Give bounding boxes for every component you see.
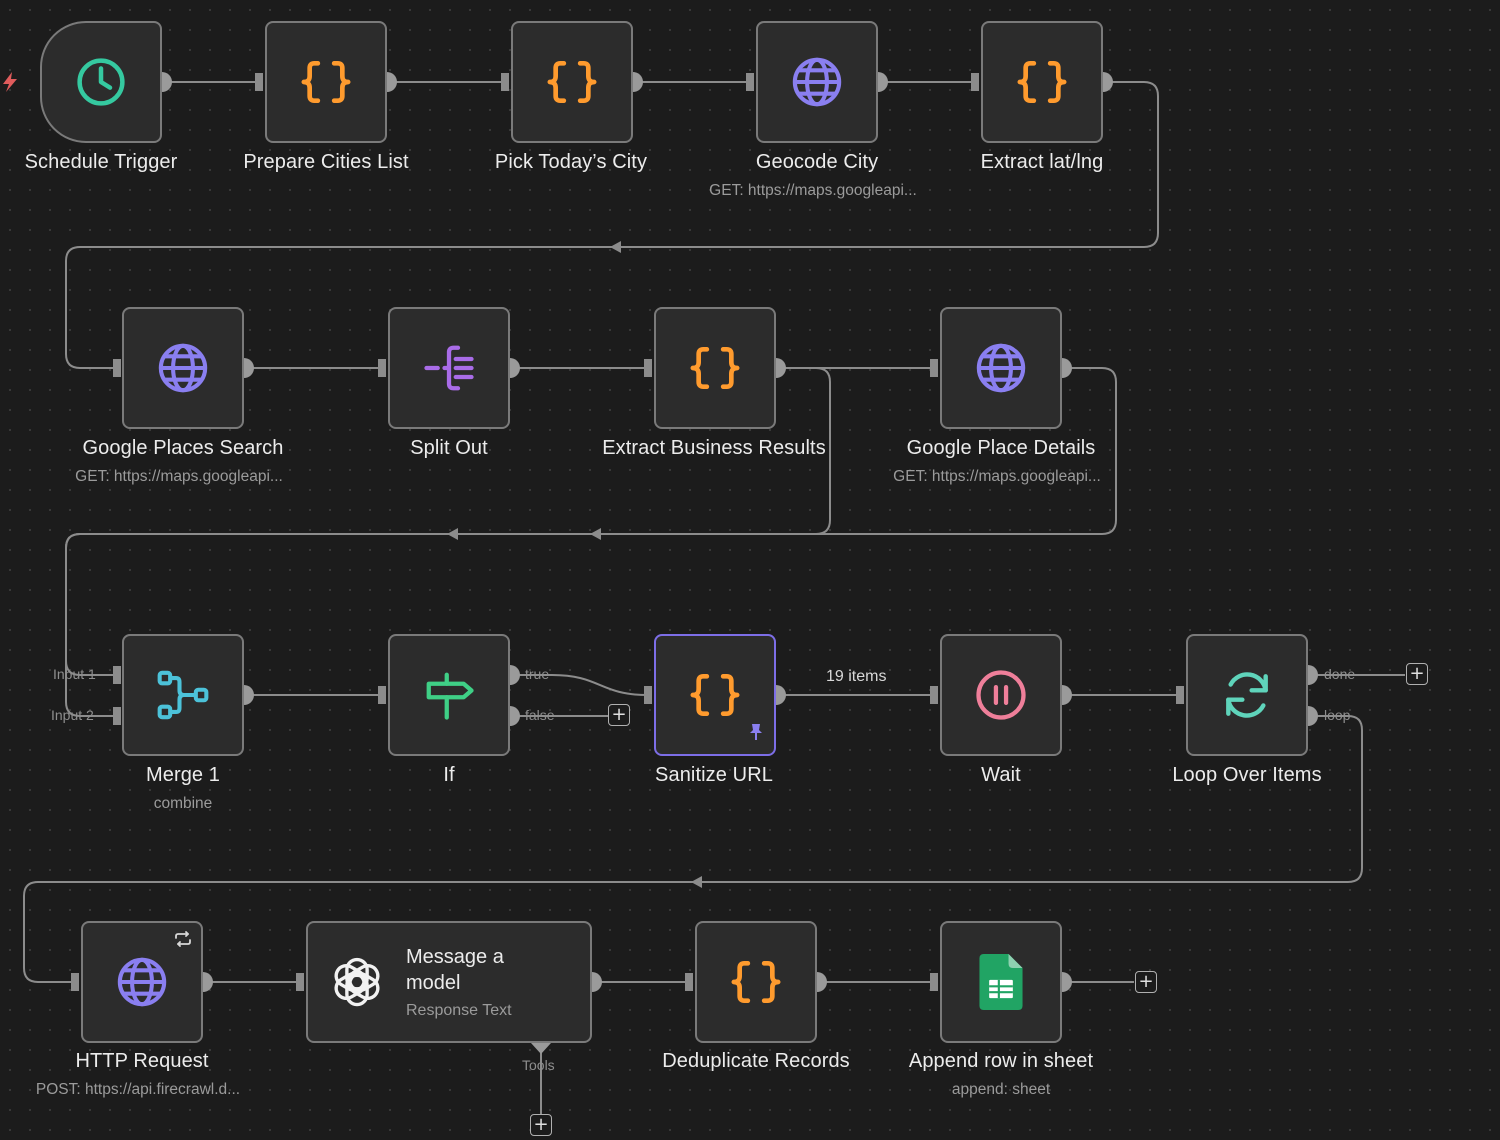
openai-icon: [330, 955, 384, 1009]
pick-city-node[interactable]: [511, 21, 633, 143]
globe-icon: [114, 954, 170, 1010]
if-false-add-button[interactable]: +: [608, 704, 630, 726]
append-row-add-button[interactable]: +: [1135, 971, 1157, 993]
code-braces-icon: [544, 54, 600, 110]
items-count-label: 19 items: [826, 668, 887, 685]
deduplicate-records-node[interactable]: [695, 921, 817, 1043]
code-braces-icon: [298, 54, 354, 110]
pause-icon: [974, 668, 1028, 722]
if-false-label: false: [525, 707, 555, 723]
split-out-icon: [422, 341, 476, 395]
deduplicate-records-label: Deduplicate Records: [662, 1050, 850, 1072]
code-braces-icon: [687, 340, 743, 396]
merge-label: Merge 1: [145, 764, 221, 786]
if-node[interactable]: [388, 634, 510, 756]
message-model-subtitle: Response Text: [406, 1002, 512, 1019]
google-sheets-icon: [979, 954, 1023, 1010]
google-places-search-subtitle: GET: https://maps.googleapi...: [75, 468, 283, 485]
tools-port-label: Tools: [522, 1057, 555, 1073]
append-row-node[interactable]: [940, 921, 1062, 1043]
split-out-label: Split Out: [410, 437, 488, 459]
merge-icon: [155, 667, 211, 723]
loop-loop-label: loop: [1324, 707, 1351, 723]
prepare-cities-node[interactable]: [265, 21, 387, 143]
wait-node[interactable]: [940, 634, 1062, 756]
google-place-details-label: Google Place Details: [906, 437, 1096, 459]
pick-city-label: Pick Today’s City: [494, 151, 648, 173]
sanitize-url-label: Sanitize URL: [655, 764, 773, 786]
tools-add-button[interactable]: +: [530, 1114, 552, 1136]
refresh-icon: [1219, 667, 1275, 723]
http-request-label: HTTP Request: [75, 1050, 209, 1072]
sanitize-url-node[interactable]: [654, 634, 776, 756]
geocode-city-subtitle: GET: https://maps.googleapi...: [709, 182, 917, 199]
geocode-city-node[interactable]: [756, 21, 878, 143]
pin-icon: [748, 723, 764, 746]
loop-over-items-node[interactable]: [1186, 634, 1308, 756]
loop-done-add-button[interactable]: +: [1406, 663, 1428, 685]
geocode-city-label: Geocode City: [755, 151, 879, 173]
if-label: If: [443, 764, 455, 786]
merge-subtitle: combine: [153, 795, 213, 812]
http-request-node[interactable]: [81, 921, 203, 1043]
extract-latlng-node[interactable]: [981, 21, 1103, 143]
wait-label: Wait: [981, 764, 1021, 786]
schedule-trigger-node[interactable]: [40, 21, 162, 143]
extract-latlng-label: Extract lat/lng: [980, 151, 1104, 173]
http-request-subtitle: POST: https://api.firecrawl.d...: [35, 1081, 241, 1098]
append-row-label: Append row in sheet: [908, 1050, 1094, 1072]
message-model-node[interactable]: Message a model Response Text: [306, 921, 592, 1043]
google-place-details-subtitle: GET: https://maps.googleapi...: [893, 468, 1101, 485]
append-row-subtitle: append: sheet: [951, 1081, 1051, 1098]
retry-icon: [174, 931, 192, 952]
if-true-label: true: [525, 666, 550, 682]
code-braces-icon: [687, 667, 743, 723]
globe-icon: [789, 54, 845, 110]
globe-icon: [155, 340, 211, 396]
google-places-search-label: Google Places Search: [82, 437, 284, 459]
prepare-cities-label: Prepare Cities List: [243, 151, 409, 173]
clock-icon: [74, 55, 128, 109]
extract-business-label: Extract Business Results: [602, 437, 826, 459]
merge-node[interactable]: [122, 634, 244, 756]
merge-input-1-label: Input 1: [53, 666, 96, 682]
google-place-details-node[interactable]: [940, 307, 1062, 429]
schedule-trigger-label: Schedule Trigger: [24, 151, 178, 173]
lightning-icon: [0, 70, 20, 99]
message-model-title: Message a model: [406, 946, 504, 994]
loop-over-items-label: Loop Over Items: [1172, 764, 1322, 786]
extract-business-node[interactable]: [654, 307, 776, 429]
google-places-search-node[interactable]: [122, 307, 244, 429]
code-braces-icon: [1014, 54, 1070, 110]
loop-done-label: done: [1324, 666, 1356, 682]
code-braces-icon: [728, 954, 784, 1010]
merge-input-2-label: Input 2: [51, 707, 94, 723]
signpost-icon: [422, 668, 476, 722]
split-out-node[interactable]: [388, 307, 510, 429]
globe-icon: [973, 340, 1029, 396]
